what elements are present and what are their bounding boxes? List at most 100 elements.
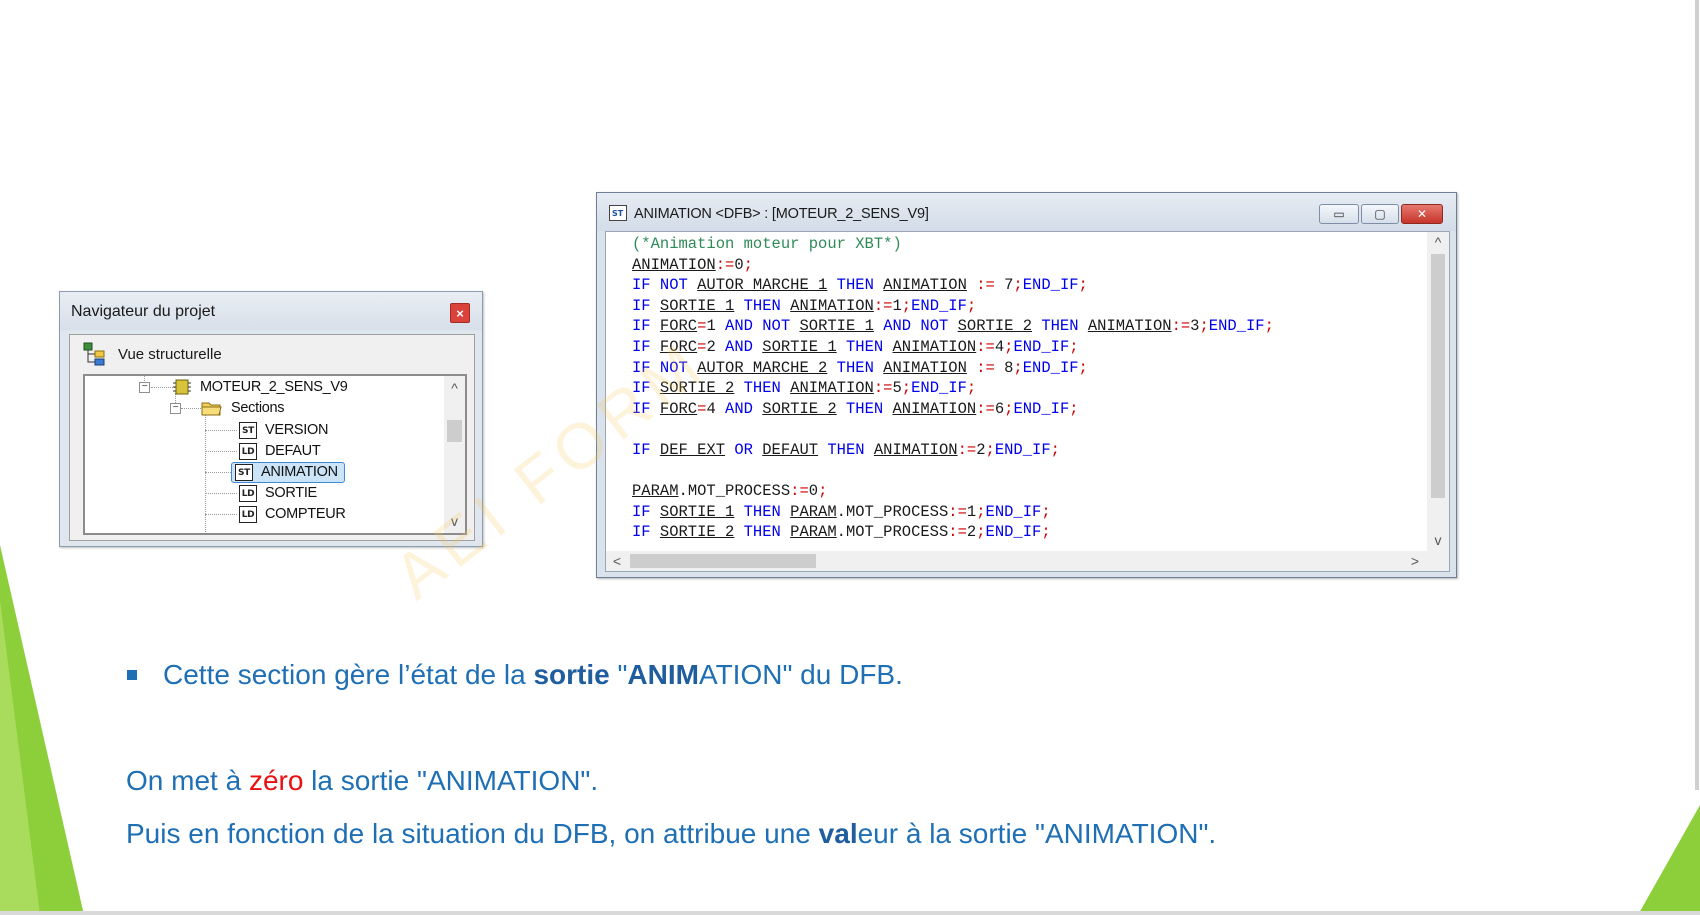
code-token: IF NOT <box>632 276 698 295</box>
collapse-icon[interactable]: − <box>170 402 181 414</box>
code-token: ; <box>1264 317 1274 336</box>
code-vertical-scroll-thumb[interactable] <box>1431 254 1445 498</box>
code-token: IF <box>632 399 660 418</box>
scroll-down-icon[interactable]: v <box>444 511 465 531</box>
tree-item-version[interactable]: ST VERSION <box>235 419 335 441</box>
tree-item-label: COMPTEUR <box>265 506 346 522</box>
scroll-right-icon[interactable]: > <box>1406 551 1424 571</box>
scroll-up-icon[interactable]: ^ <box>1427 232 1449 252</box>
code-token: := <box>1171 317 1191 336</box>
code-token: IF NOT <box>632 358 698 377</box>
code-editor[interactable]: (*Animation moteur pour XBT*) ANIMATION:=… <box>605 231 1450 572</box>
code-line[interactable]: IF FORC=1 AND NOT SORTIE 1 AND NOT SORTI… <box>632 316 1274 337</box>
line1-part: On met à <box>126 765 249 796</box>
bullet-text: Cette section gère l’état de la sortie "… <box>163 659 903 691</box>
code-token: ; <box>1013 276 1023 295</box>
tree-vertical-scrollbar[interactable]: ^ v <box>444 376 465 533</box>
code-token: AUTOR MARCHE 2 <box>697 358 828 377</box>
tree-connector <box>205 414 206 533</box>
code-line[interactable] <box>632 461 1274 482</box>
code-horizontal-scroll-thumb[interactable] <box>630 554 816 568</box>
code-token: ANIMATION <box>883 358 967 377</box>
code-token: (*Animation moteur pour XBT*) <box>632 235 902 253</box>
code-token: PARAM <box>790 523 837 542</box>
code-token: THEN <box>818 440 874 459</box>
tree-scroll-thumb[interactable] <box>447 420 462 442</box>
code-token: 1 <box>706 317 716 336</box>
navigator-title-bar[interactable]: Navigateur du projet × <box>60 292 482 330</box>
code-token: ; <box>1078 358 1088 377</box>
code-token: := <box>976 337 995 356</box>
code-token: .MOT_PROCESS <box>836 502 949 521</box>
tree-item-label: VERSION <box>265 422 329 438</box>
code-line[interactable]: ANIMATION:=0; <box>632 255 1274 276</box>
tree-item-animation[interactable]: ST ANIMATION <box>231 461 345 483</box>
code-token: END_IF <box>1013 399 1070 418</box>
code-token: := <box>976 399 995 418</box>
code-token: .MOT_PROCESS <box>836 523 949 542</box>
code-token: := <box>715 255 735 274</box>
code-token: := <box>948 502 967 521</box>
code-token: AND NOT <box>873 317 958 336</box>
navigator-close-button[interactable]: × <box>450 303 470 323</box>
code-token: END_IF <box>911 296 967 315</box>
code-window-title-bar[interactable]: ST ANIMATION <DFB> : [MOTEUR_2_SENS_V9] … <box>597 193 1456 231</box>
code-window-title: ANIMATION <DFB> : [MOTEUR_2_SENS_V9] <box>634 206 929 222</box>
code-token: ; <box>966 296 977 315</box>
code-token: ; <box>901 379 912 398</box>
scroll-left-icon[interactable]: < <box>608 551 626 571</box>
code-token: THEN <box>734 379 791 398</box>
code-horizontal-scrollbar[interactable]: < > <box>606 551 1449 571</box>
code-token: THEN <box>836 399 893 418</box>
code-token: THEN <box>836 337 893 356</box>
right-green-triangle-decoration <box>1638 0 1700 915</box>
code-token: := <box>873 379 893 398</box>
code-token: END_IF <box>1022 276 1079 295</box>
code-token: ANIMATION <box>892 399 977 418</box>
code-token: THEN <box>734 523 791 542</box>
code-line[interactable]: IF SORTIE 1 THEN ANIMATION:=1;END_IF; <box>632 296 1274 317</box>
code-token: ; <box>1199 317 1209 336</box>
minimize-button[interactable]: ▭ <box>1319 204 1359 224</box>
bullet-text-part: ATION" du DFB. <box>698 659 903 690</box>
code-token: 4 <box>994 337 1005 356</box>
code-token: 2 <box>706 337 716 356</box>
scroll-up-icon[interactable]: ^ <box>444 378 465 398</box>
maximize-button[interactable]: ▢ <box>1361 204 1399 224</box>
code-line[interactable]: IF NOT AUTOR MARCHE 2 THEN ANIMATION := … <box>632 358 1274 379</box>
code-token: := <box>790 482 809 501</box>
code-token: FORC <box>659 317 698 336</box>
code-line[interactable]: (*Animation moteur pour XBT*) <box>632 234 1274 255</box>
tree-connector <box>205 514 237 515</box>
scroll-down-icon[interactable]: v <box>1427 530 1449 550</box>
code-token: ; <box>976 523 986 542</box>
tree-item-sortie[interactable]: LD SORTIE <box>235 482 324 504</box>
collapse-icon[interactable]: − <box>139 381 150 393</box>
close-button[interactable]: ✕ <box>1401 204 1443 224</box>
code-token: ANIMATION <box>632 255 716 274</box>
code-line[interactable]: IF FORC=2 AND SORTIE 1 THEN ANIMATION:=4… <box>632 337 1274 358</box>
tree-item-label: SORTIE <box>265 485 317 501</box>
tree-item-defaut[interactable]: LD DEFAUT <box>235 440 327 462</box>
code-token: 0 <box>808 482 819 501</box>
slide: Navigateur du projet × Vue structurelle <box>0 0 1700 915</box>
tree-item-compteur[interactable]: LD COMPTEUR <box>235 503 353 525</box>
code-line[interactable]: IF DEF EXT OR DEFAUT THEN ANIMATION:=2;E… <box>632 440 1274 461</box>
code-line[interactable]: IF SORTIE 2 THEN PARAM.MOT_PROCESS:=2;EN… <box>632 522 1274 543</box>
code-token: 1 <box>892 296 902 315</box>
code-token: IF <box>632 440 660 459</box>
code-line[interactable]: PARAM.MOT_PROCESS:=0; <box>632 481 1274 502</box>
code-line[interactable]: IF SORTIE 1 THEN PARAM.MOT_PROCESS:=1;EN… <box>632 502 1274 523</box>
code-line[interactable] <box>632 419 1274 440</box>
code-text[interactable]: (*Animation moteur pour XBT*) ANIMATION:=… <box>632 234 1274 543</box>
code-line[interactable]: IF FORC=4 AND SORTIE 2 THEN ANIMATION:=6… <box>632 399 1274 420</box>
code-line[interactable]: IF SORTIE 2 THEN ANIMATION:=5;END_IF; <box>632 378 1274 399</box>
code-token: FORC <box>659 337 698 356</box>
explanation-line-1: On met à zéro la sortie "ANIMATION". <box>126 765 598 797</box>
structural-view-header[interactable]: Vue structurelle <box>82 341 222 367</box>
code-line[interactable]: IF NOT AUTOR MARCHE 1 THEN ANIMATION := … <box>632 275 1274 296</box>
code-vertical-scrollbar[interactable]: ^ v <box>1427 232 1449 552</box>
tree-item-root[interactable]: − MOTEUR_2_SENS_V9 <box>139 376 348 398</box>
code-token: AND <box>715 337 763 356</box>
tree-item-sections[interactable]: − Sections <box>170 397 285 419</box>
